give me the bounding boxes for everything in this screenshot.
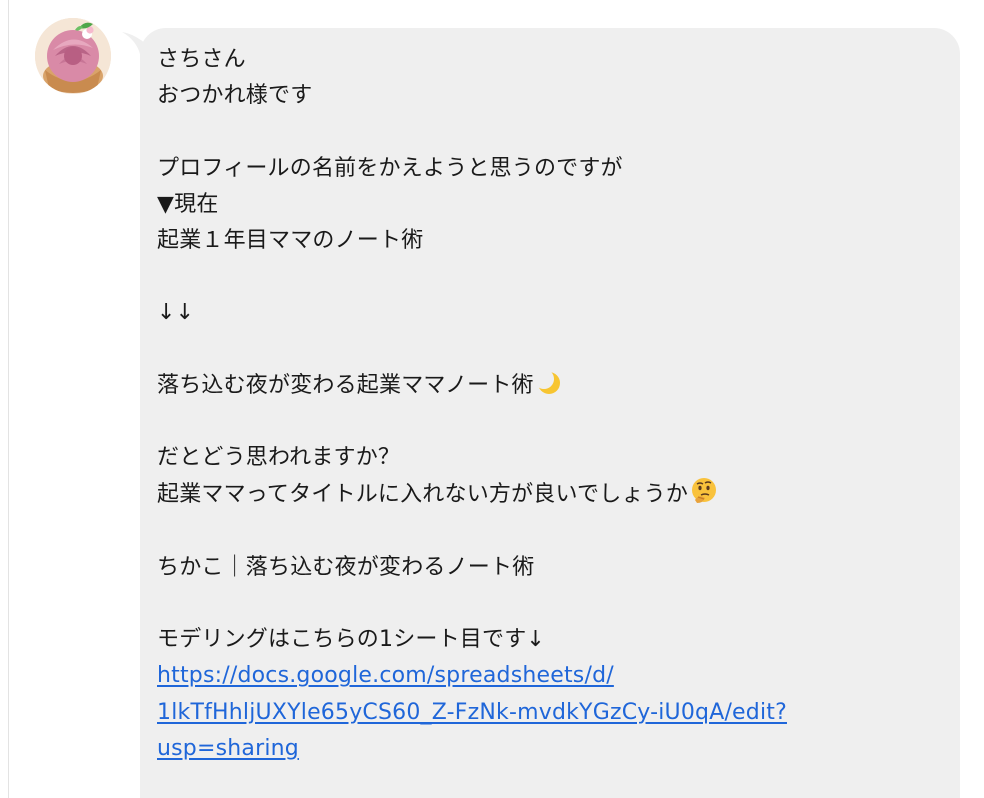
message-line: [157, 332, 947, 368]
crescent-moon-icon: [534, 368, 560, 394]
message-line: ちかこ｜落ち込む夜が変わるノート術: [157, 554, 535, 580]
left-divider: [8, 0, 9, 798]
message-line: プロフィールの名前をかえようと思うのですが: [157, 155, 623, 181]
message-line: [157, 404, 947, 440]
message-line: [157, 586, 947, 622]
spreadsheet-link-line[interactable]: usp=sharing: [157, 731, 947, 767]
message-line-text: 起業ママってタイトルに入れない方が良いでしょうか: [157, 482, 689, 508]
message-line: 起業１年目ママのノート術: [157, 228, 424, 253]
message-line-text: 落ち込む夜が変わる起業ママノート術: [157, 372, 534, 398]
message-line-with-emoji: 落ち込む夜が変わる起業ママノート術: [157, 368, 947, 404]
thinking-face-icon: [692, 478, 717, 504]
message-line: さちさん: [157, 47, 246, 72]
message-line: ▼現在: [157, 191, 219, 217]
message-line: おつかれ様です: [157, 83, 313, 109]
spreadsheet-link-line[interactable]: https://docs.google.com/spreadsheets/d/: [157, 658, 947, 694]
message-line: [157, 259, 947, 295]
message-line: [157, 514, 947, 550]
message-line: だとどう思われますか？: [157, 445, 401, 471]
message-line: [157, 114, 947, 150]
chat-view: さちさん おつかれ様です プロフィールの名前をかえようと思うのですが ▼現在 起…: [0, 0, 984, 798]
avatar[interactable]: [35, 18, 111, 94]
spreadsheet-link-line[interactable]: 1lkTfHhljUXYle65yCS60_Z-FzNk-mvdkYGzCy-i…: [157, 695, 947, 731]
message-line: モデリングはこちらの1シート目です↓: [157, 627, 546, 653]
cupcake-avatar-icon: [35, 18, 111, 94]
message-line-with-emoji: 起業ママってタイトルに入れない方が良いでしょうか: [157, 476, 947, 513]
message-text: さちさん おつかれ様です プロフィールの名前をかえようと思うのですが ▼現在 起…: [157, 42, 947, 767]
message-line: ↓↓: [157, 300, 195, 326]
